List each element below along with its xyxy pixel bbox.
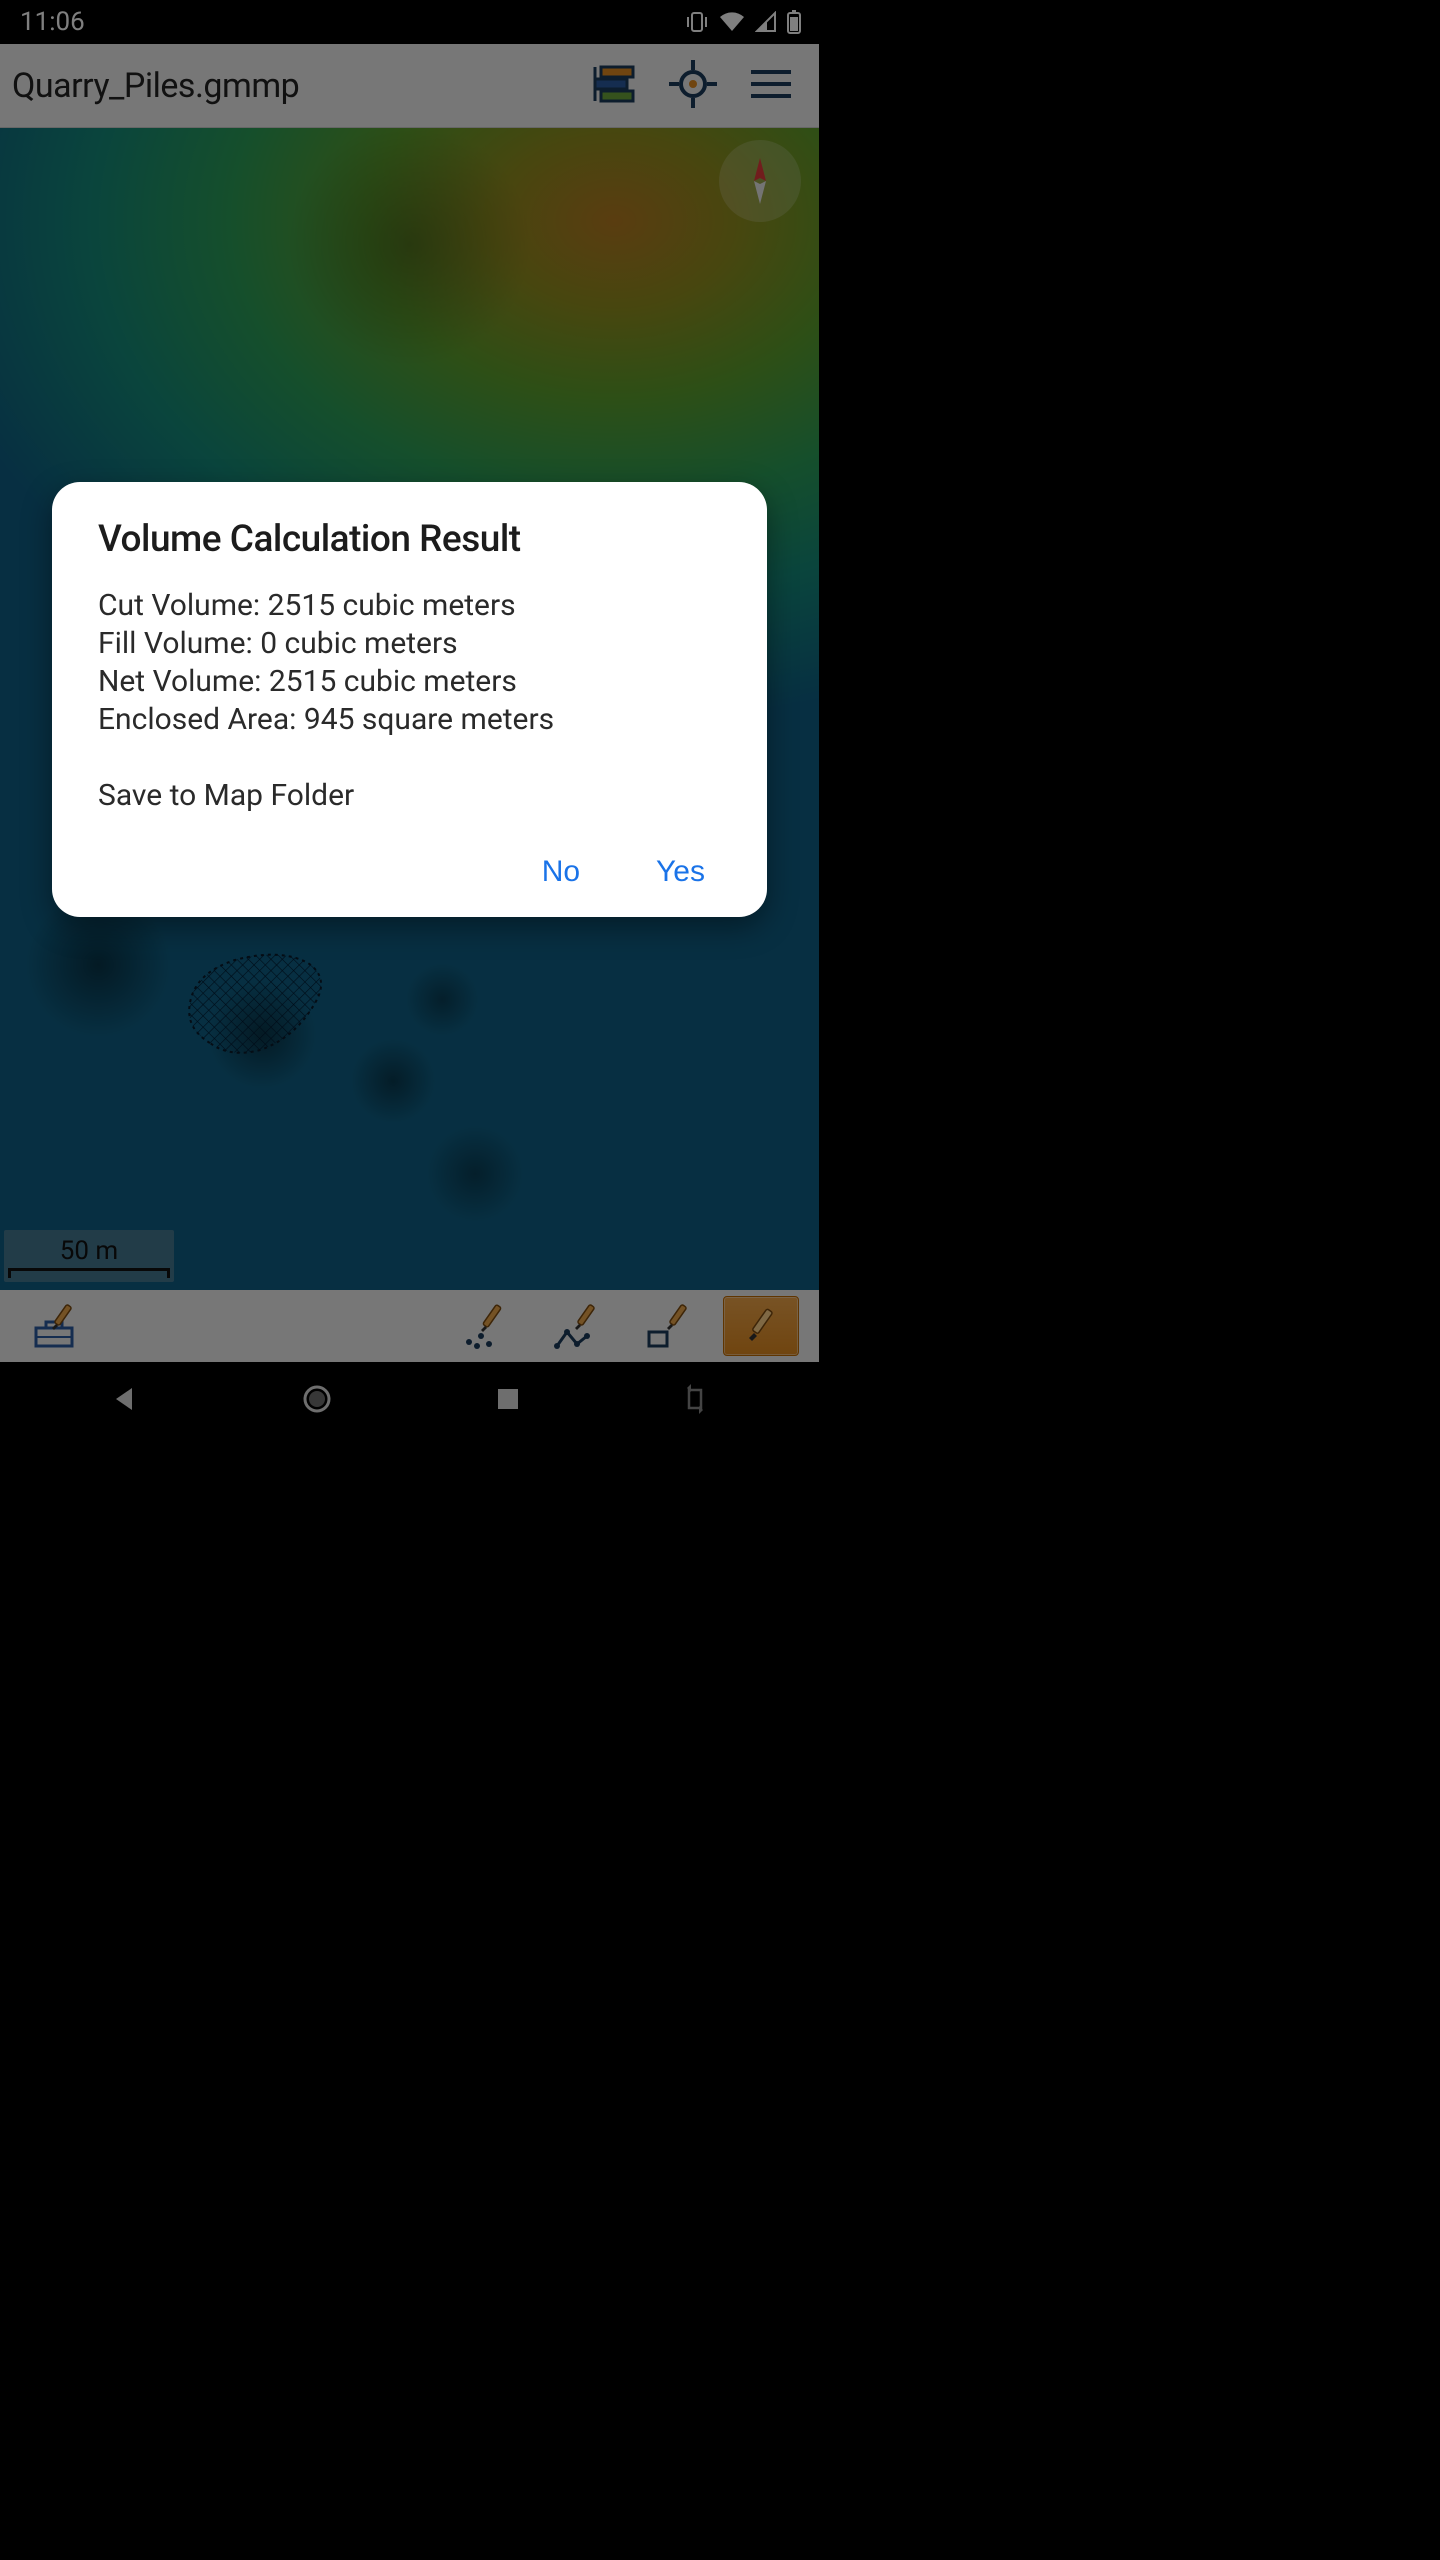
dialog-title: Volume Calculation Result [98,518,721,561]
net-volume-line: Net Volume: 2515 cubic meters [98,663,721,701]
yes-button[interactable]: Yes [646,849,715,895]
fill-volume-line: Fill Volume: 0 cubic meters [98,625,721,663]
screen: 50 m Quarry_Piles.gmmp [0,0,819,1440]
cut-volume-line: Cut Volume: 2515 cubic meters [98,587,721,625]
volume-result-dialog: Volume Calculation Result Cut Volume: 25… [52,482,767,917]
dialog-body: Cut Volume: 2515 cubic meters Fill Volum… [98,587,721,815]
no-button[interactable]: No [532,849,590,895]
save-prompt: Save to Map Folder [98,777,721,815]
area-line: Enclosed Area: 945 square meters [98,701,721,739]
